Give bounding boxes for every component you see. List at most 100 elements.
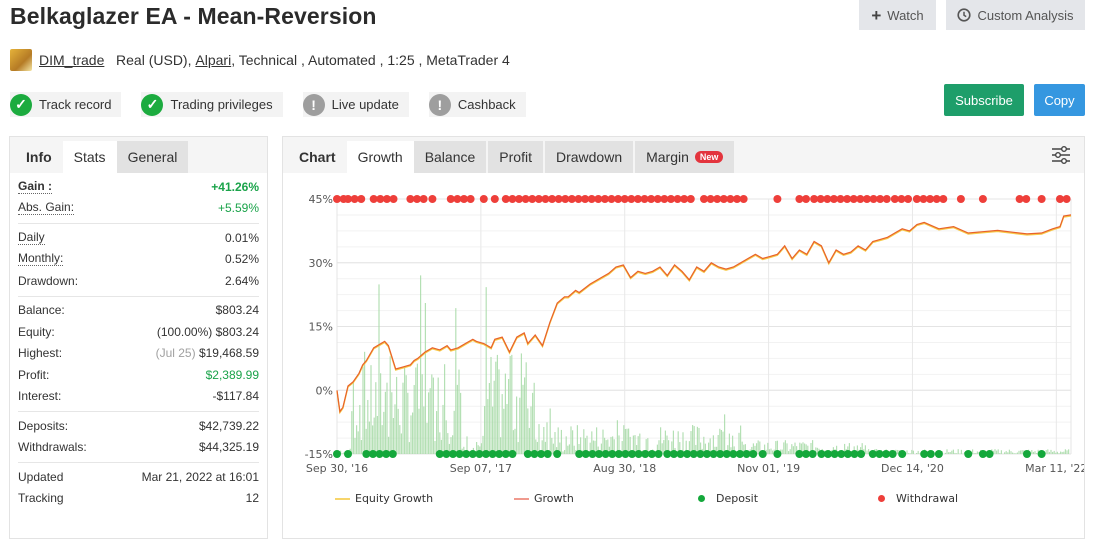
stat-row: Drawdown: 2.64% (18, 270, 259, 292)
x-tick-label: Mar 11, '22 (1025, 462, 1084, 475)
stats-panel: Info Stats General Gain : +41.26% Abs. Gai… (9, 136, 268, 539)
tab-drawdown[interactable]: Drawdown (544, 141, 634, 173)
stat-label: Interest: (18, 389, 62, 404)
y-tick-label: -15% (305, 448, 333, 461)
stat-value-prefix: (100.00%) (156, 324, 213, 339)
stat-row: Updated Mar 21, 2022 at 16:01 (18, 466, 259, 488)
withdrawal-marker (739, 195, 748, 203)
y-tick-label: 30% (309, 257, 333, 270)
withdrawal-marker (904, 195, 913, 203)
legend-equity-growth[interactable]: Equity Growth (335, 492, 433, 505)
stat-label: Withdrawals: (18, 440, 87, 455)
stat-row: Monthly: 0.52% (18, 249, 259, 271)
legend-growth[interactable]: Growth (514, 492, 574, 505)
tab-profit[interactable]: Profit (488, 141, 543, 173)
stat-label[interactable]: Monthly: (18, 252, 64, 267)
stat-row: Abs. Gain: +5.59% (18, 198, 259, 220)
stats-body: Gain : +41.26% Abs. Gain: +5.59% Daily 0.01% M… (10, 173, 267, 513)
withdrawal-marker (466, 195, 475, 203)
stat-group: Balance: $803.24 Equity: (100.00%) $803.24 H… (18, 297, 259, 412)
copy-button[interactable]: Copy (1034, 84, 1085, 116)
tab-stats[interactable]: Stats (62, 141, 117, 173)
exclamation-icon: ! (428, 93, 451, 116)
x-tick-label: Sep 07, '17 (450, 462, 512, 475)
badge-track-record[interactable]: ✓ Track record (10, 92, 122, 117)
stat-row: Daily 0.01% (18, 227, 259, 249)
author-link[interactable]: DIM_trade (39, 52, 104, 68)
withdrawal-marker (1062, 195, 1071, 203)
tab-info[interactable]: Info (15, 141, 63, 173)
stat-row: Withdrawals: $44,325.19 (18, 437, 259, 459)
withdrawal-marker (389, 195, 398, 203)
tab-margin[interactable]: Margin New (635, 141, 735, 173)
x-tick-label: Aug 30, '18 (593, 462, 656, 475)
stat-value: $42,739.22 (198, 418, 259, 433)
tab-general[interactable]: General (116, 141, 189, 173)
deposit-marker (857, 450, 866, 458)
chart-settings-icon[interactable] (1050, 144, 1072, 166)
x-tick-label: Dec 14, '20 (881, 462, 944, 475)
tab-balance[interactable]: Balance (413, 141, 487, 173)
legend-line-icon (514, 497, 529, 500)
broker-link[interactable]: Alpari (195, 52, 231, 68)
check-icon: ✓ (141, 93, 164, 116)
badge-cashback[interactable]: ! Cashback (428, 92, 526, 117)
withdrawal-marker (939, 195, 948, 203)
stat-row: Highest: (Jul 25) $19,468.59 (18, 343, 259, 365)
subscribe-button[interactable]: Subscribe (944, 84, 1024, 116)
stat-label: Balance: (18, 303, 65, 318)
withdrawal-marker (956, 195, 965, 203)
stat-label: Drawdown: (18, 273, 79, 288)
stat-value: 0.52% (224, 252, 259, 267)
stat-row: Deposits: $42,739.22 (18, 415, 259, 437)
stat-label[interactable]: Daily (18, 230, 45, 245)
badge-trading-privileges[interactable]: ✓ Trading privileges (141, 92, 283, 117)
stat-label: Updated (18, 469, 64, 484)
stat-group: Gain : +41.26% Abs. Gain: +5.59% (18, 173, 259, 224)
stat-value: -$117.84 (212, 389, 259, 404)
withdrawal-marker (1037, 195, 1046, 203)
tab-growth[interactable]: Growth (346, 141, 414, 173)
stat-value: 0.01% (224, 230, 259, 245)
badge-live-update[interactable]: ! Live update (302, 92, 409, 117)
deposit-marker (985, 450, 994, 458)
deposit-marker (388, 450, 397, 458)
new-badge: New (694, 151, 724, 163)
stat-value: 12 (245, 491, 259, 506)
deposit-marker (1037, 450, 1046, 458)
avatar[interactable] (10, 49, 32, 71)
stats-tabbar: Info Stats General (10, 137, 267, 173)
stat-value: Mar 21, 2022 at 16:01 (141, 469, 259, 484)
chart-panel: Chart Growth Balance Profit Drawdown Mar… (282, 136, 1085, 539)
stat-group: Daily 0.01% Monthly: 0.52% Drawdown: 2.64% (18, 224, 259, 297)
deposit-marker (758, 450, 767, 458)
deposit-marker (749, 450, 758, 458)
deposit-marker (543, 450, 552, 458)
deposit-marker (333, 450, 341, 458)
stat-label: Highest: (18, 346, 63, 361)
legend-dot-icon (878, 495, 885, 502)
stat-label: Equity: (18, 324, 55, 339)
stat-label[interactable]: Gain : (18, 179, 53, 194)
custom-analysis-button[interactable]: Custom Analysis (946, 0, 1085, 30)
legend-withdrawal[interactable]: Withdrawal (878, 492, 958, 505)
deposit-marker (1022, 450, 1031, 458)
watch-button[interactable]: + Watch (859, 0, 936, 30)
stat-label: Tracking (18, 491, 64, 506)
deposit-marker (508, 450, 517, 458)
legend-deposit[interactable]: Deposit (698, 492, 758, 505)
stat-value-prefix: (Jul 25) (155, 346, 196, 361)
stat-label[interactable]: Abs. Gain: (18, 201, 75, 216)
withdrawal-marker (1022, 195, 1031, 203)
stat-row: Balance: $803.24 (18, 300, 259, 322)
tab-chart: Chart (299, 149, 336, 165)
withdrawal-marker (357, 195, 366, 203)
stat-row: Equity: (100.00%) $803.24 (18, 321, 259, 343)
check-icon: ✓ (10, 93, 32, 116)
deposit-marker (964, 450, 973, 458)
growth-chart[interactable]: -15% 0% 15% 30% 45% Sep 30, '16 Sep 07, '17 Aug… (283, 174, 1084, 484)
withdrawal-marker (686, 195, 695, 203)
stat-value: $44,325.19 (198, 440, 259, 455)
withdrawal-marker (428, 195, 437, 203)
watch-label: Watch (887, 7, 924, 23)
